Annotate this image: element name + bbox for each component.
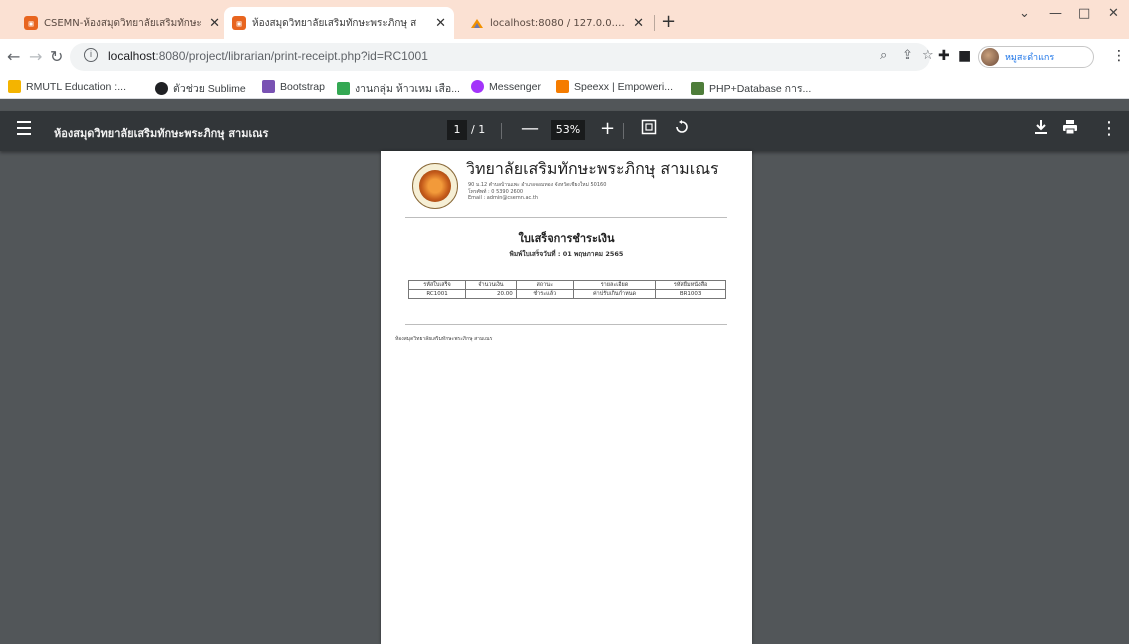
- pdf-document-title: ห้องสมุดวิทยาลัยเสริมทักษะพระภิกษุ สามเณ…: [54, 127, 269, 140]
- address-bar[interactable]: i localhost:8080/project/librarian/print…: [70, 43, 934, 71]
- bootstrap-icon: [262, 80, 275, 93]
- avatar: [981, 48, 999, 66]
- tab-divider: [654, 15, 655, 31]
- tab-title: localhost:8080 / 127.0.0.1 / csem: [490, 17, 627, 29]
- tab-csemn[interactable]: ▣ CSEMN-ห้องสมุดวิทยาลัยเสริมทักษะ ✕: [16, 7, 228, 39]
- bookmark-label: งานกลุ่ม ห้าวเหม เสือ...: [355, 83, 460, 95]
- bookmark-rmutl[interactable]: RMUTL Education :...: [8, 80, 126, 93]
- receipt-title: ใบเสร็จการชำระเงิน: [518, 232, 615, 245]
- page-total: / 1: [471, 123, 486, 136]
- table-cell-borrow-id: BR1003: [655, 289, 726, 299]
- page-number-input[interactable]: 1: [447, 120, 467, 140]
- toolbar-divider: [623, 123, 624, 139]
- table-cell-details: ค่าปรับเกินกำหนด: [572, 289, 657, 299]
- reload-icon[interactable]: ↻: [50, 47, 63, 66]
- toolbar-divider: [501, 123, 502, 139]
- back-arrow-icon[interactable]: ←: [7, 47, 20, 66]
- pdf-more-icon[interactable]: ⋮: [1100, 119, 1118, 139]
- browser-menu-icon[interactable]: ⋮: [1112, 48, 1126, 64]
- school-email: Email : admin@csemn.ac.th: [468, 195, 538, 201]
- profile-chip[interactable]: หมูสะดำแกร: [978, 46, 1094, 68]
- site-info-icon[interactable]: i: [84, 48, 98, 62]
- print-icon[interactable]: [1062, 119, 1078, 140]
- folder-icon: [691, 82, 704, 95]
- bookmark-label: ตัวช่วย Sublime: [173, 83, 246, 95]
- tab-receipt-active[interactable]: ▣ ห้องสมุดวิทยาลัยเสริมทักษะพระภิกษุ ส ✕: [224, 7, 454, 39]
- site-favicon-icon: ▣: [232, 16, 246, 30]
- bookmark-speexx[interactable]: Speexx | Empoweri...: [556, 80, 673, 93]
- close-tab-icon[interactable]: ✕: [435, 16, 446, 31]
- receipt-table: รหัสใบเสร็จ จำนวนเงิน สถานะ รายละเอียด ร…: [407, 280, 726, 299]
- speexx-icon: [556, 80, 569, 93]
- bookmark-label: RMUTL Education :...: [26, 80, 126, 93]
- download-icon[interactable]: [1034, 119, 1048, 140]
- forward-arrow-icon[interactable]: →: [29, 47, 42, 66]
- close-window-icon[interactable]: ✕: [1108, 6, 1119, 21]
- url-host: localhost: [108, 49, 156, 63]
- phpmyadmin-favicon-icon: [470, 16, 484, 30]
- bookmark-label: Bootstrap: [280, 80, 325, 93]
- column-header: สถานะ: [515, 280, 574, 290]
- bookmark-group-drive[interactable]: งานกลุ่ม ห้าวเหม เสือ...: [337, 80, 460, 97]
- zoom-in-button[interactable]: +: [600, 119, 615, 139]
- receipt-footer: ห้องสมุดวิทยาลัยเสริมทักษะพระภิกษุ สามเณ…: [395, 336, 493, 342]
- fit-to-page-icon[interactable]: [641, 119, 657, 140]
- bookmark-bootstrap[interactable]: Bootstrap: [262, 80, 325, 93]
- divider: [405, 217, 727, 218]
- bookmark-messenger[interactable]: Messenger: [471, 80, 541, 93]
- table-cell-amount: 20.00: [465, 289, 517, 299]
- close-tab-icon[interactable]: ✕: [209, 16, 220, 31]
- bookmark-label: PHP+Database การ...: [709, 83, 812, 95]
- tab-title: CSEMN-ห้องสมุดวิทยาลัยเสริมทักษะ: [44, 17, 202, 29]
- zoom-level-input[interactable]: 53%: [551, 120, 585, 140]
- school-name: วิทยาลัยเสริมทักษะพระภิกษุ สามเณร: [466, 159, 719, 178]
- close-tab-icon[interactable]: ✕: [633, 16, 644, 31]
- messenger-icon: [471, 80, 484, 93]
- share-icon[interactable]: ⇪: [902, 48, 913, 63]
- sublime-icon: [155, 82, 168, 95]
- school-seal-logo: [412, 163, 458, 209]
- column-header: รหัสยืมหนังสือ: [655, 280, 726, 290]
- profile-name: หมูสะดำแกร: [1005, 53, 1055, 63]
- divider: [405, 324, 727, 325]
- zoom-magnifier-icon[interactable]: ⌕: [880, 48, 887, 63]
- column-header: รายละเอียด: [572, 280, 657, 290]
- tab-search-icon[interactable]: ⌄: [1019, 6, 1030, 21]
- maximize-icon[interactable]: □: [1078, 6, 1090, 21]
- pdf-menu-icon[interactable]: [17, 121, 31, 135]
- receipt-print-date: พิมพ์ใบเสร็จวันที่ : 01 พฤษภาคม 2565: [509, 250, 624, 258]
- bookmark-star-icon[interactable]: ☆: [922, 48, 934, 63]
- new-tab-button[interactable]: +: [661, 11, 676, 32]
- pdf-page: วิทยาลัยเสริมทักษะพระภิกษุ สามเณร 90 ม.1…: [381, 151, 752, 644]
- table-cell-status: ชำระแล้ว: [515, 289, 574, 299]
- site-favicon-icon: ▣: [24, 16, 38, 30]
- bookmark-label: Speexx | Empoweri...: [574, 80, 674, 93]
- minimize-icon[interactable]: —: [1049, 6, 1062, 21]
- tab-title: ห้องสมุดวิทยาลัยเสริมทักษะพระภิกษุ ส: [252, 17, 417, 29]
- browser-toolbar: ← → ↻ i localhost:8080/project/librarian…: [0, 39, 1129, 75]
- rotate-icon[interactable]: [674, 119, 690, 140]
- google-drive-icon: [337, 82, 350, 95]
- extensions-puzzle-icon[interactable]: ✚: [938, 48, 950, 64]
- column-header: จำนวนเงิน: [465, 280, 517, 290]
- pdf-toolbar: ห้องสมุดวิทยาลัยเสริมทักษะพระภิกษุ สามเณ…: [0, 111, 1129, 151]
- zoom-out-button[interactable]: —: [521, 119, 539, 139]
- bookmark-sublime[interactable]: ตัวช่วย Sublime: [155, 80, 246, 97]
- bookmarks-bar: RMUTL Education :... ตัวช่วย Sublime Boo…: [0, 75, 1129, 99]
- table-header-row: รหัสใบเสร็จ จำนวนเงิน สถานะ รายละเอียด ร…: [407, 280, 726, 290]
- bookmark-php-database[interactable]: PHP+Database การ...: [691, 80, 811, 97]
- side-panel-icon[interactable]: ■: [958, 48, 971, 64]
- url-path: :8080/project/librarian/print-receipt.ph…: [155, 49, 428, 63]
- bookmark-label: Messenger: [489, 80, 541, 93]
- url-text[interactable]: localhost:8080/project/librarian/print-r…: [108, 49, 428, 63]
- table-row: RC1001 20.00 ชำระแล้ว ค่าปรับเกินกำหนด B…: [407, 289, 726, 299]
- table-cell-receipt-id: RC1001: [407, 289, 467, 299]
- column-header: รหัสใบเสร็จ: [407, 280, 467, 290]
- tab-phpmyadmin[interactable]: localhost:8080 / 127.0.0.1 / csem ✕: [462, 7, 652, 39]
- tab-strip: ▣ CSEMN-ห้องสมุดวิทยาลัยเสริมทักษะ ✕ ▣ ห…: [0, 0, 1129, 39]
- rmutl-icon: [8, 80, 21, 93]
